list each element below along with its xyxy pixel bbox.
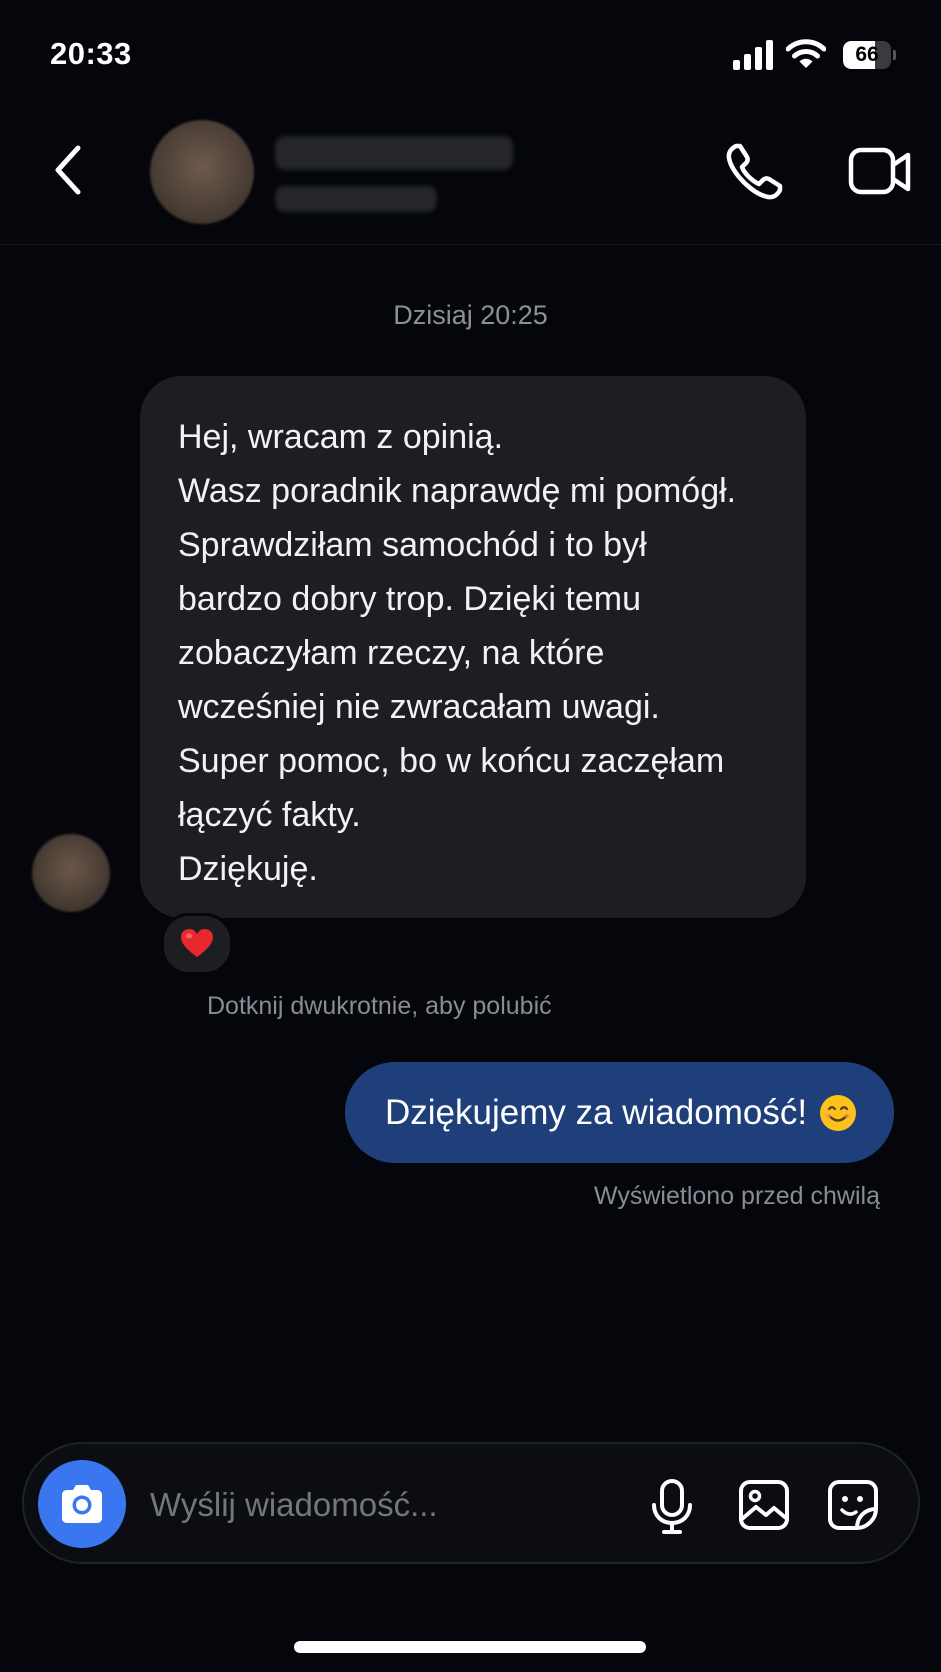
image-icon[interactable] bbox=[738, 1479, 790, 1531]
status-time: 20:33 bbox=[50, 36, 132, 71]
video-camera-icon[interactable] bbox=[848, 144, 912, 200]
microphone-icon[interactable] bbox=[650, 1478, 694, 1536]
chevron-left-icon[interactable] bbox=[48, 142, 88, 198]
double-tap-hint: Dotknij dwukrotnie, aby polubić bbox=[207, 992, 552, 1020]
contact-subtitle-redacted bbox=[275, 186, 437, 212]
battery-icon: 66 bbox=[843, 41, 896, 69]
message-line: Sprawdziłam samochód i to był bbox=[178, 526, 647, 564]
camera-icon bbox=[62, 1485, 102, 1523]
message-input[interactable] bbox=[150, 1478, 610, 1532]
contact-avatar[interactable] bbox=[150, 120, 254, 224]
wifi-icon bbox=[786, 39, 826, 68]
message-line: wcześniej nie zwracałam uwagi. bbox=[178, 688, 660, 726]
conversation-timestamp: Dzisiaj 20:25 bbox=[393, 300, 548, 330]
message-line: Dziękuję. bbox=[178, 850, 318, 888]
message-line: Hej, wracam z opinią. bbox=[178, 418, 504, 456]
outgoing-message-bubble[interactable]: Dziękujemy za wiadomość! bbox=[345, 1062, 894, 1163]
message-line: bardzo dobry trop. Dzięki temu bbox=[178, 580, 641, 618]
smiling-face-icon bbox=[820, 1094, 857, 1131]
phone-icon[interactable] bbox=[722, 140, 786, 204]
contact-name-redacted[interactable] bbox=[275, 136, 513, 170]
message-line: łączyć fakty. bbox=[178, 796, 361, 834]
outgoing-message-text: Dziękujemy za wiadomość! bbox=[385, 1092, 808, 1132]
heart-icon bbox=[181, 929, 213, 957]
message-line: Wasz poradnik naprawdę mi pomógł. bbox=[178, 472, 737, 510]
battery-percent: 66 bbox=[855, 43, 879, 66]
message-reaction[interactable] bbox=[161, 913, 233, 975]
seen-status: Wyświetlono przed chwilą bbox=[594, 1182, 880, 1210]
incoming-message-bubble[interactable]: Hej, wracam z opinią. Wasz poradnik napr… bbox=[140, 376, 806, 918]
header-divider bbox=[0, 244, 941, 245]
sender-avatar[interactable] bbox=[32, 834, 110, 912]
message-line: Super pomoc, bo w końcu zaczęłam bbox=[178, 742, 725, 780]
camera-button[interactable] bbox=[38, 1460, 126, 1548]
sticker-icon[interactable] bbox=[827, 1479, 879, 1531]
home-indicator[interactable] bbox=[294, 1641, 646, 1653]
signal-icon bbox=[733, 40, 775, 70]
message-line: zobaczyłam rzeczy, na które bbox=[178, 634, 605, 672]
